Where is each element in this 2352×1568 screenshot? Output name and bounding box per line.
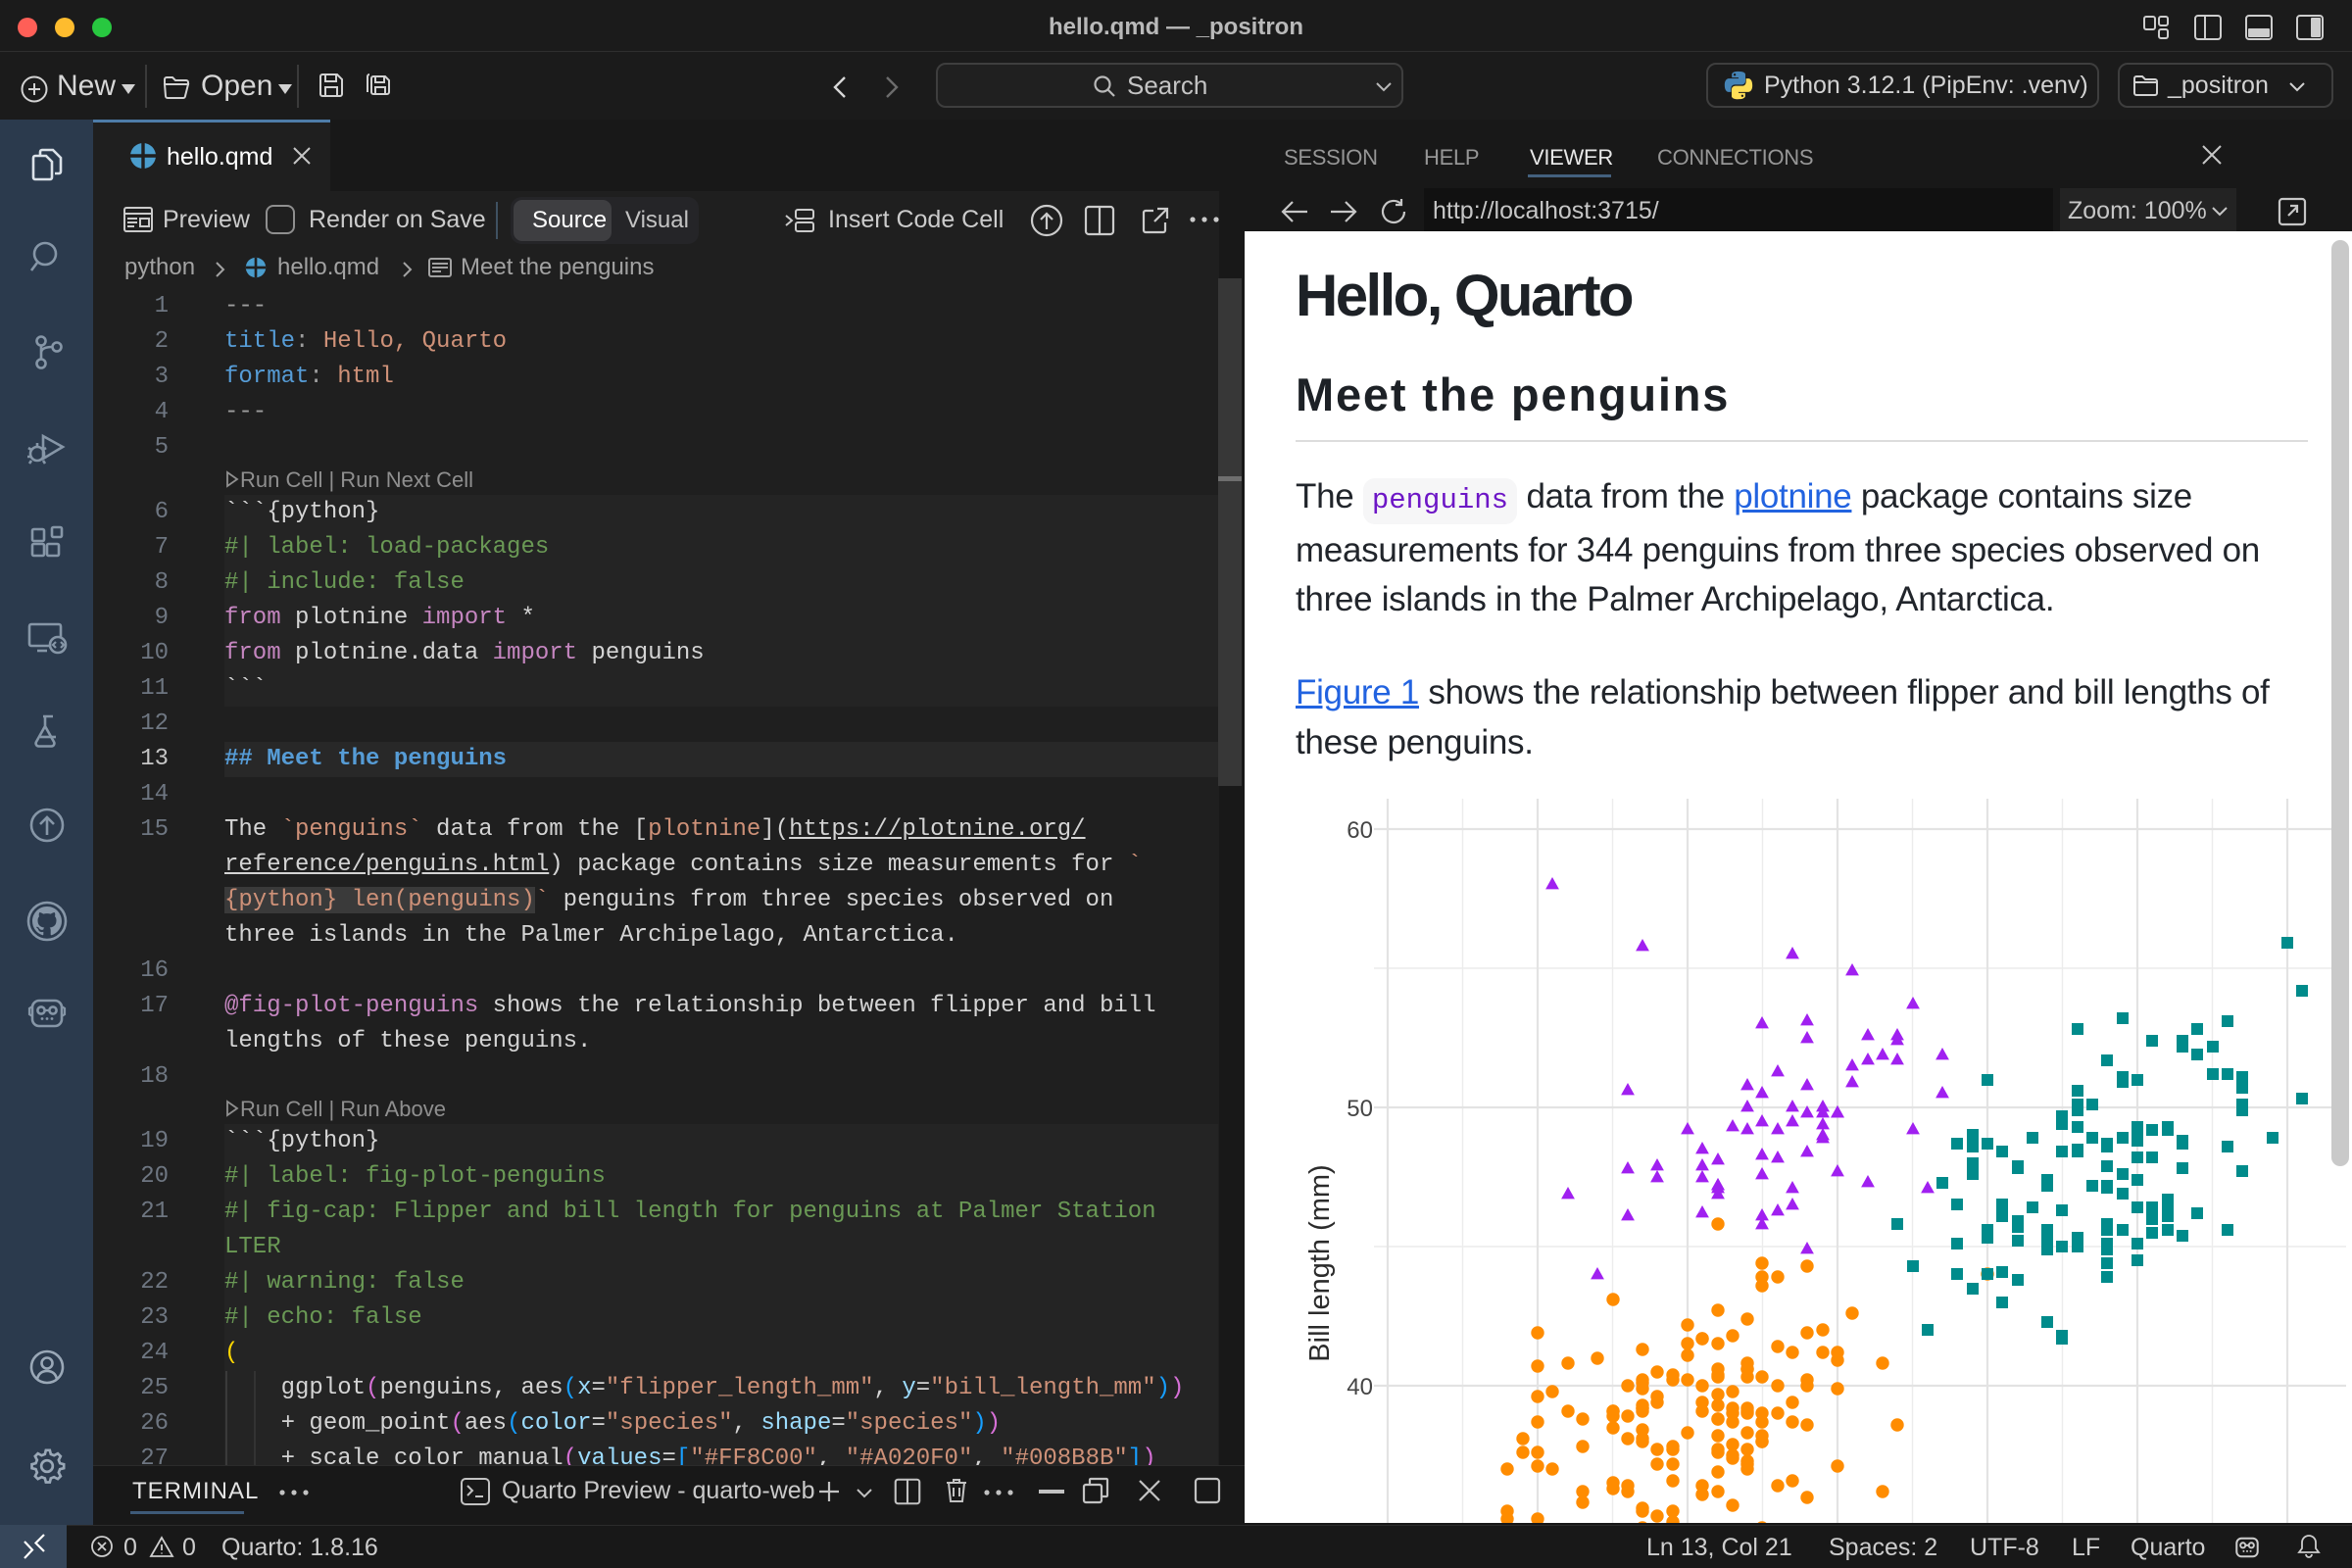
svg-text:40: 40	[1347, 1374, 1373, 1400]
svg-text:60: 60	[1347, 817, 1373, 844]
svg-text:Bill length (mm): Bill length (mm)	[1304, 1164, 1336, 1361]
svg-text:50: 50	[1347, 1096, 1373, 1122]
